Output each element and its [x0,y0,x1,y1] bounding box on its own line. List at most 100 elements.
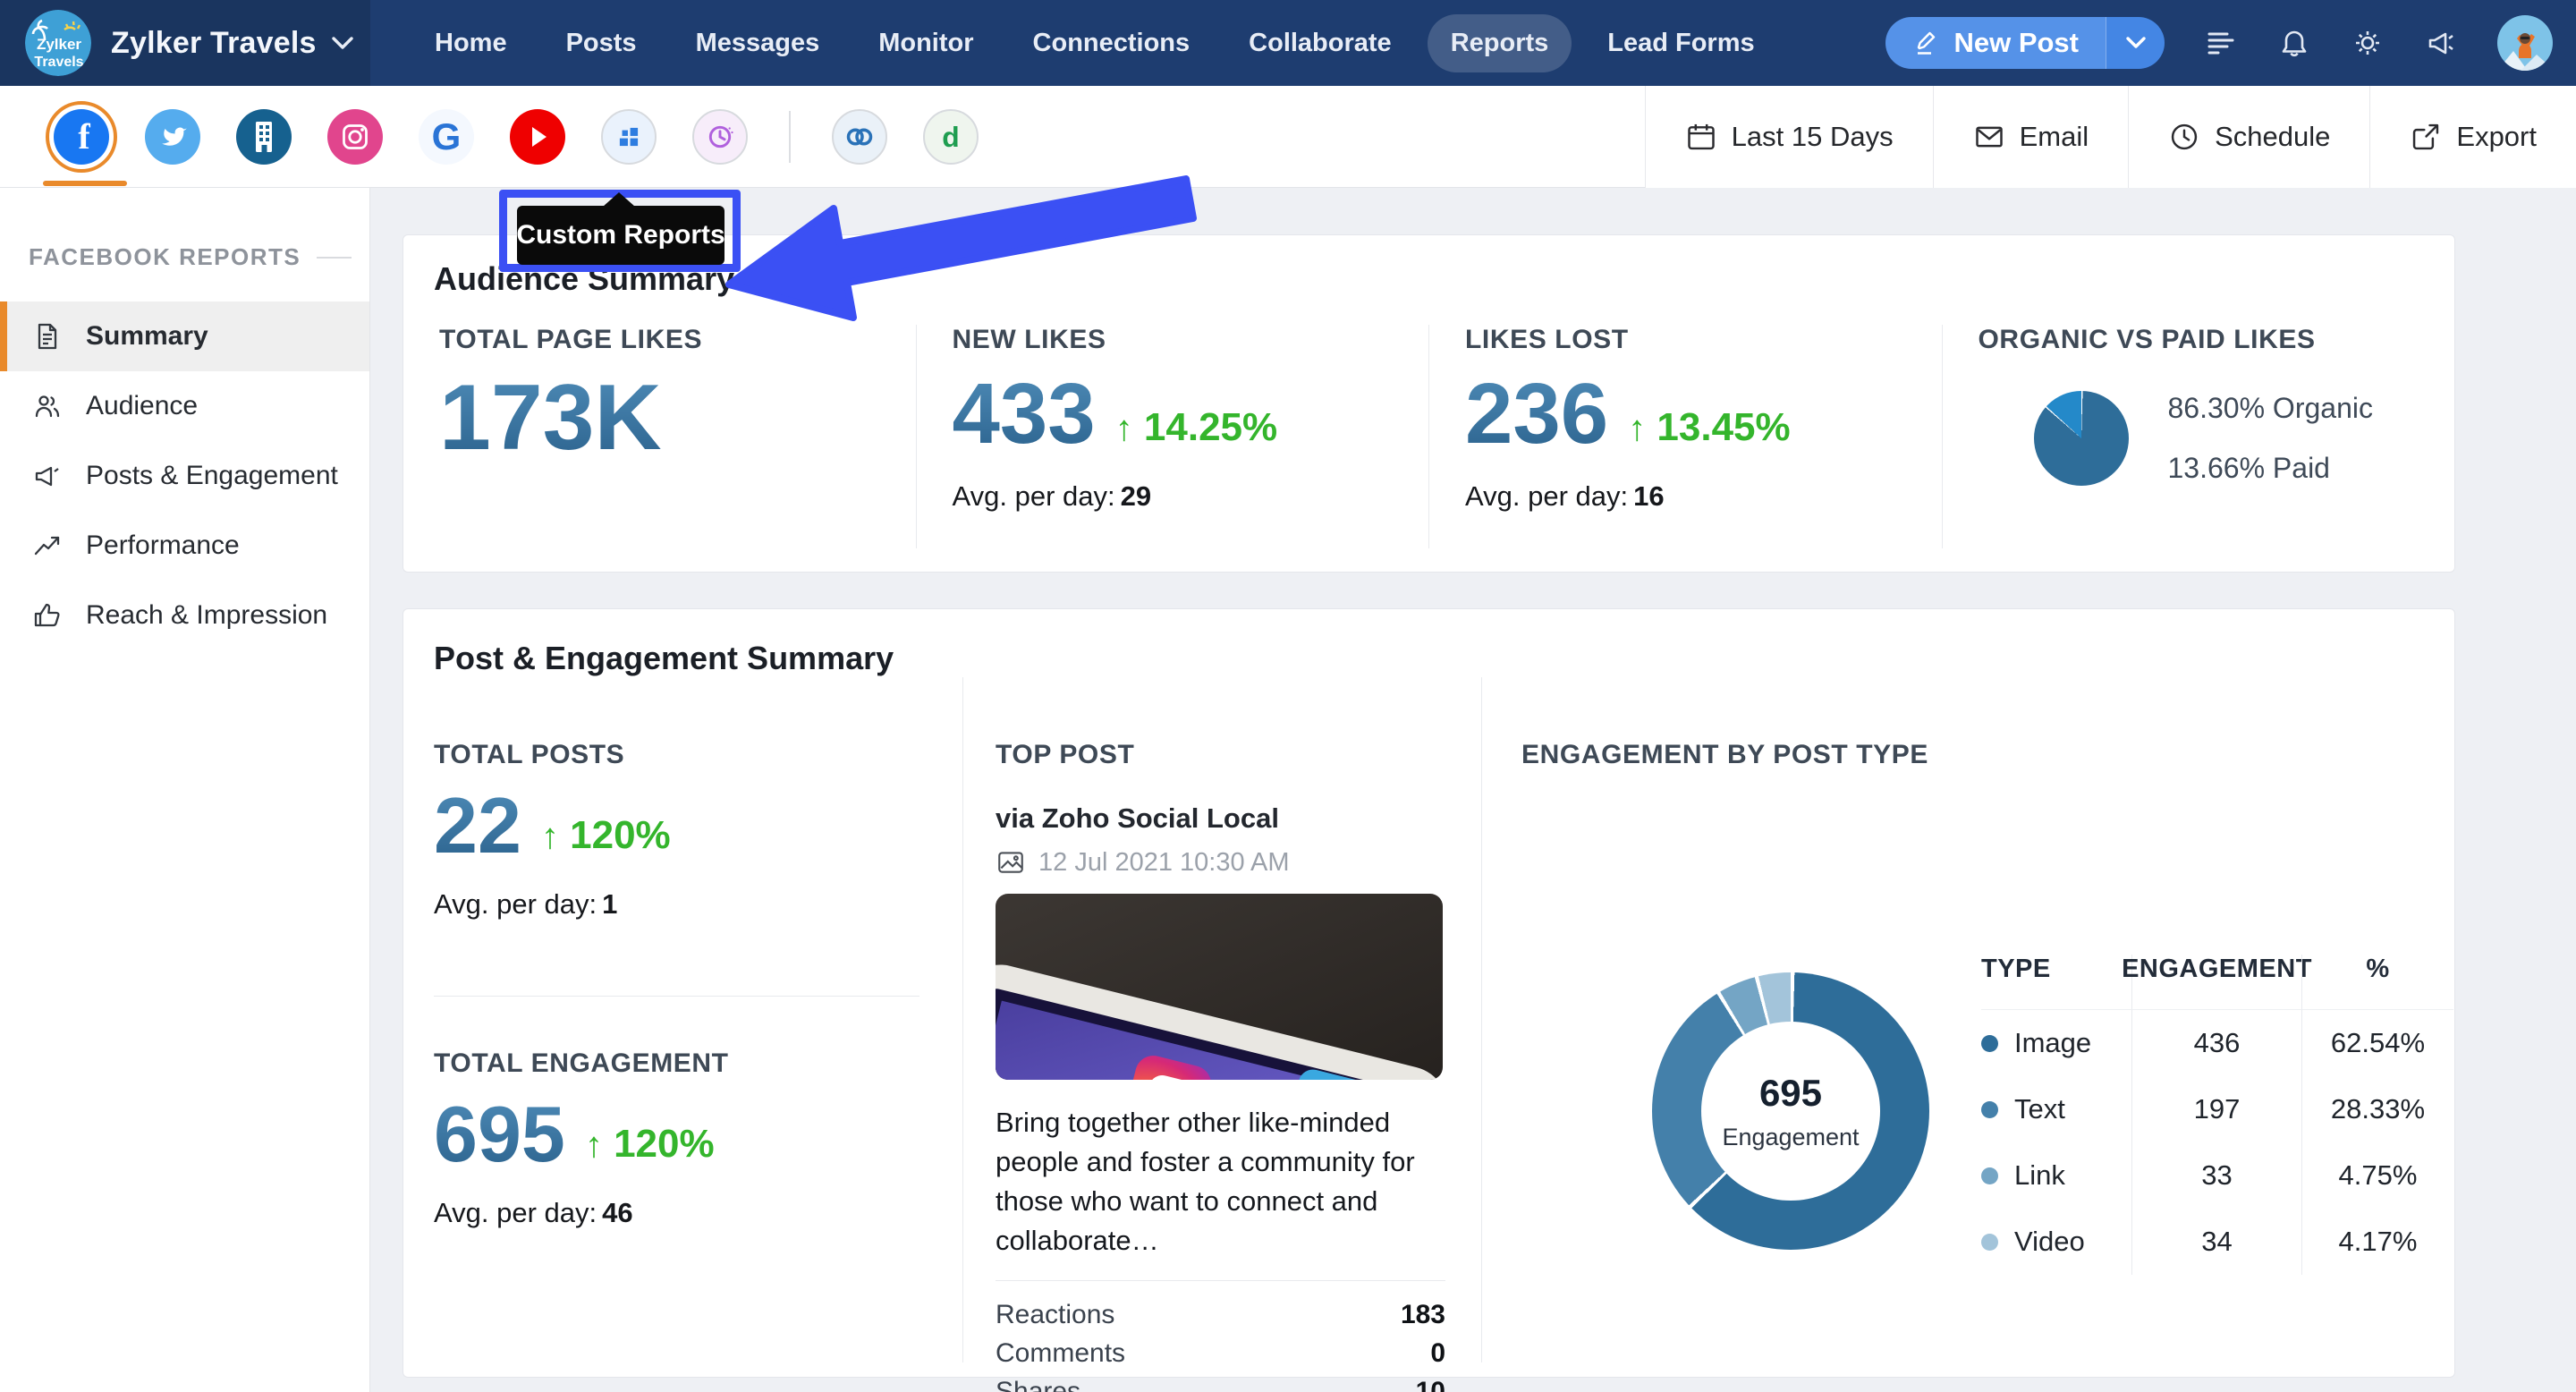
new-post-label: New Post [1953,27,2079,59]
stat-row: Comments0 [996,1334,1445,1372]
engagement-type-table: TYPE ENGAGEMENT % Image 436 62.54% Text … [1981,955,2453,1275]
svg-text:d: d [942,121,959,153]
total-engagement-delta: ↑ 120% [585,1122,715,1174]
sidebar-item-audience[interactable]: Audience [0,371,369,441]
svg-text:Travels: Travels [34,55,83,70]
likes-lost-avg: Avg. per day:16 [1465,480,1942,513]
calendar-icon [1685,121,1717,153]
table-row-pct: 62.54% [2301,1010,2453,1076]
top-post-caption: Bring together other like-minded people … [996,1103,1445,1260]
email-label: Email [2020,121,2089,153]
gear-icon[interactable] [2351,26,2385,60]
export-icon [2410,121,2442,153]
avatar[interactable] [2497,15,2553,71]
total-posts-value: 22 [434,786,521,865]
zoho-crm-channel-icon[interactable] [832,109,887,165]
clock-icon [2168,121,2200,153]
schedule-button[interactable]: Schedule [2128,86,2369,188]
sidebar-item-posts-engagement[interactable]: Posts & Engagement [0,441,369,511]
total-posts-avg: Avg. per day:1 [434,888,919,921]
youtube-channel-icon[interactable] [510,109,565,165]
metric-label: TOTAL ENGAGEMENT [434,1048,919,1079]
top-post-via: via Zoho Social Local [996,802,1445,835]
new-post-dropdown[interactable] [2106,17,2165,69]
pie-legend: 86.30% Organic 13.66% Paid [2168,392,2373,485]
table-row-value: 34 [2131,1209,2301,1275]
report-actions: Last 15 Days Email Schedule Export [1645,86,2576,188]
sidebar-item-label: Summary [86,321,208,352]
sidebar-item-label: Audience [86,391,198,421]
series-dot [1981,1234,1998,1251]
zoho-desk-channel-icon[interactable]: d [923,109,979,165]
twitter-channel-icon[interactable] [145,109,200,165]
nav-right-actions: New Post [1885,15,2576,71]
new-likes-value: 433 [953,371,1096,457]
table-row-type: Text [1981,1076,2131,1142]
series-dot [1981,1101,1998,1118]
chevron-down-icon[interactable] [331,35,354,51]
nav-item-reports[interactable]: Reports [1428,14,1572,72]
export-button[interactable]: Export [2369,86,2576,188]
nav-item-connections[interactable]: Connections [1010,14,1214,72]
sidebar-item-label: Reach & Impression [86,600,327,631]
trend-up-icon [32,530,63,561]
instagram-channel-icon[interactable] [327,109,383,165]
top-post-column: TOP POST via Zoho Social Local 12 Jul 20… [962,677,1481,1362]
stat-row: Reactions183 [996,1295,1445,1334]
total-engagement-value: 695 [434,1095,565,1174]
table-row-pct: 4.17% [2301,1209,2453,1275]
history-clock-icon[interactable] [692,109,748,165]
bell-icon[interactable] [2277,26,2311,60]
megaphone-icon[interactable] [2424,26,2458,60]
sidebar-item-label: Posts & Engagement [86,461,338,491]
date-range-button[interactable]: Last 15 Days [1645,86,1933,188]
top-post-date-row: 12 Jul 2021 10:30 AM [996,847,1445,878]
engagement-by-type-column: ENGAGEMENT BY POST TYPE 695 Engagement T… [1481,677,2454,1362]
legend-organic: 86.30% Organic [2168,392,2373,425]
post-engagement-card: Post & Engagement Summary TOTAL POSTS 22… [402,608,2455,1378]
table-row-pct: 28.33% [2301,1076,2453,1142]
list-lines-icon[interactable] [2204,26,2238,60]
likes-lost-delta: ↑ 13.45% [1628,405,1790,457]
column-header-type: TYPE [1981,955,2131,1010]
table-row-type: Link [1981,1142,2131,1209]
new-post-button[interactable]: New Post [1885,17,2165,69]
megaphone-icon [32,461,63,491]
nav-item-messages[interactable]: Messages [673,14,843,72]
donut-center-value: 695 [1759,1072,1822,1115]
brand-name: Zylker Travels [111,26,317,61]
export-label: Export [2456,121,2537,153]
facebook-channel-icon[interactable]: f [54,109,109,165]
metric-label: NEW LIKES [953,325,1429,355]
donut-center-label: Engagement [1722,1124,1859,1151]
sidebar-item-summary[interactable]: Summary [0,301,369,371]
top-post-date: 12 Jul 2021 10:30 AM [1038,848,1290,878]
email-button[interactable]: Email [1933,86,2129,188]
channel-group-divider [789,111,791,163]
nav-item-collaborate[interactable]: Collaborate [1225,14,1415,72]
facebook-reports-sidebar: FACEBOOK REPORTS Summary Audience Posts … [0,188,370,1392]
company-page-channel-icon[interactable] [236,109,292,165]
organic-paid-pie-chart [2034,391,2129,486]
top-post-photo[interactable] [996,894,1443,1080]
series-dot [1981,1167,1998,1184]
sidebar-item-reach-impression[interactable]: Reach & Impression [0,581,369,650]
table-row-type: Image [1981,1010,2131,1076]
date-range-label: Last 15 Days [1732,121,1894,153]
totals-column: TOTAL POSTS 22 ↑ 120% Avg. per day:1 TOT… [403,677,962,1362]
nav-item-home[interactable]: Home [411,14,530,72]
custom-reports-icon[interactable] [601,109,657,165]
google-my-business-channel-icon[interactable]: G [419,109,474,165]
top-nav: Zylker Travels Zylker Travels Home Posts… [0,0,2576,86]
brand-block[interactable]: Zylker Travels Zylker Travels [0,0,370,86]
nav-item-posts[interactable]: Posts [543,14,660,72]
nav-item-lead-forms[interactable]: Lead Forms [1584,14,1777,72]
total-page-likes-card: TOTAL PAGE LIKES 173K [403,325,916,548]
nav-item-monitor[interactable]: Monitor [855,14,996,72]
total-engagement-avg: Avg. per day:46 [434,1197,919,1229]
envelope-icon [1973,121,2005,153]
sidebar-item-performance[interactable]: Performance [0,511,369,581]
table-row-value: 33 [2131,1142,2301,1209]
post-engagement-title: Post & Engagement Summary [403,640,2454,677]
table-row-value: 197 [2131,1076,2301,1142]
